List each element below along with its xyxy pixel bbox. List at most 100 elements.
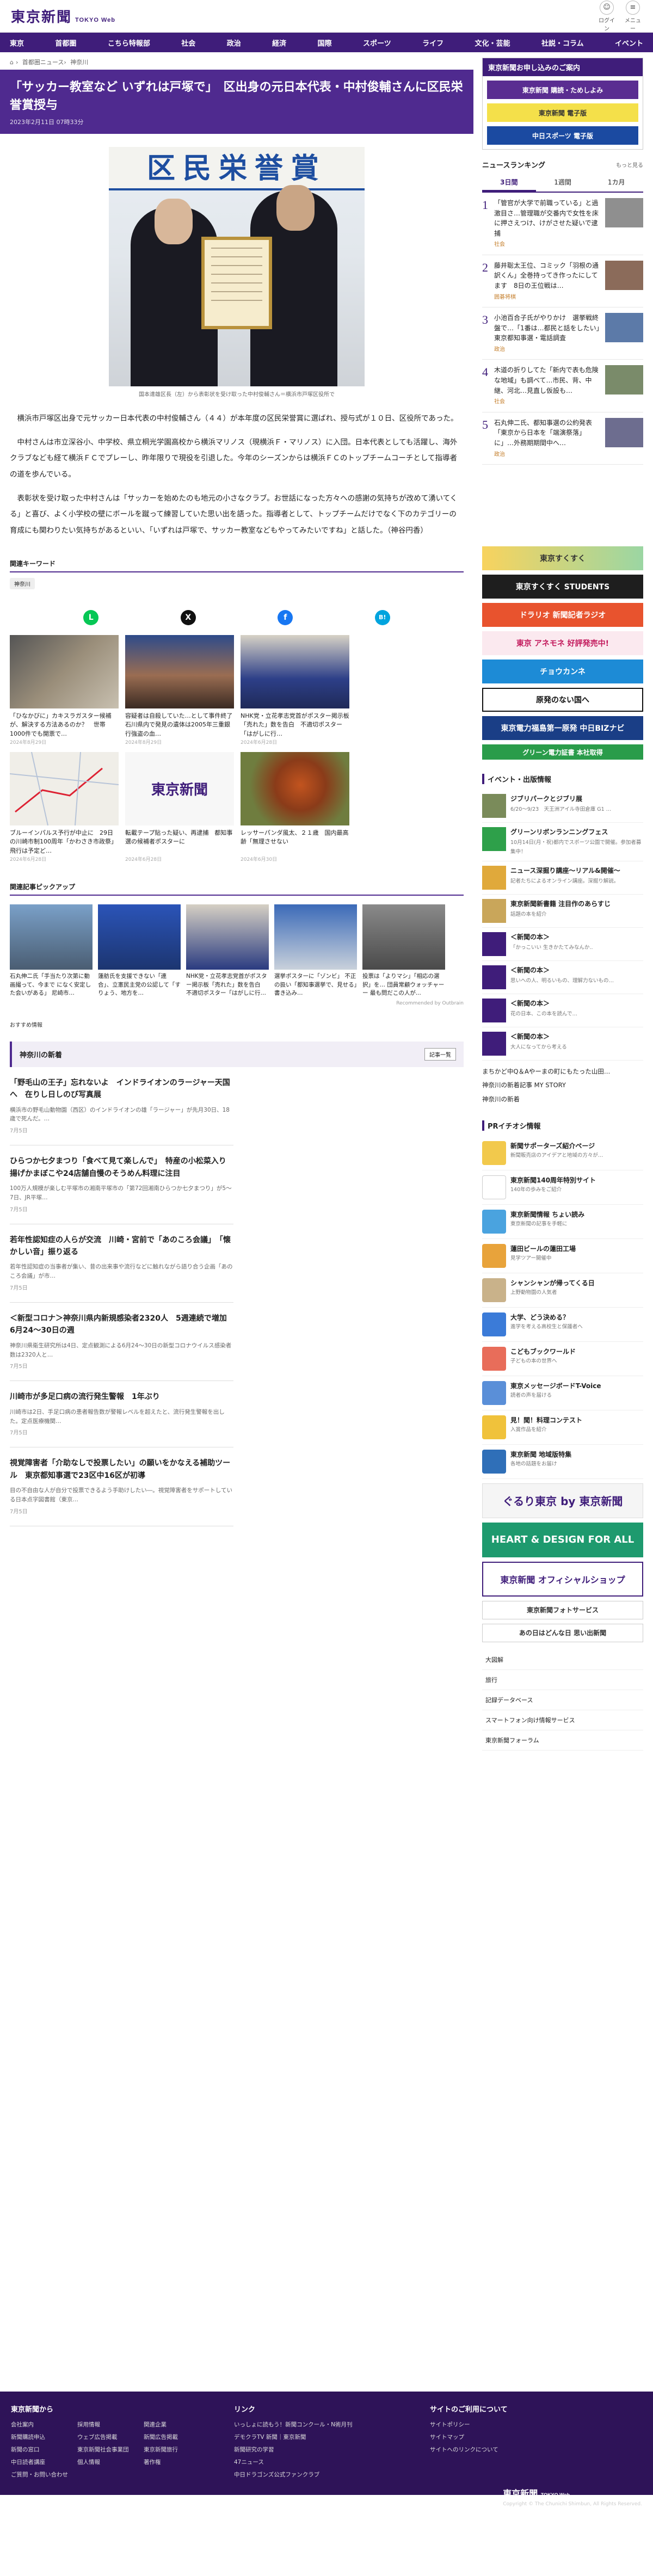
nav-item[interactable]: 社会 xyxy=(181,38,195,48)
banner-gururi[interactable]: ぐるり東京 by 東京新聞 xyxy=(482,1483,643,1518)
event-item[interactable]: ＜新聞の本＞ 思いへの人、明るいもの、理解力ないもの… xyxy=(482,961,643,995)
subscribe-link[interactable]: 東京新聞 購読・ためしよみ xyxy=(487,81,638,99)
event-item[interactable]: ニュース深掘り講座〜リアル&開催〜 記者たちによるオンライン講座。深掘り解説。 xyxy=(482,861,643,895)
footer-link[interactable]: 採用情報 xyxy=(77,2420,144,2429)
ranking-item[interactable]: 5 石丸伸二氏、都知事選の公約発表「東京から日本を「端演祭落」に」…外務期期間中へ… xyxy=(482,412,643,465)
pickup-card[interactable]: NHK党・立花孝志党首がポスター掲示板「売れた」数を告白 不適切ポスター「はがし… xyxy=(186,904,269,999)
pr-item[interactable]: こどもブックワールド 子どもの本の世界へ xyxy=(482,1342,643,1376)
ad-banner[interactable]: 東京 アネモネ 好評発売中! xyxy=(482,631,643,655)
pr-item[interactable]: 新聞サポーターズ紹介ページ 新聞販売店のアイデアと地域の方々が… xyxy=(482,1136,643,1170)
side-link[interactable]: 旅行 xyxy=(482,1670,643,1690)
x-share-icon[interactable]: X xyxy=(180,609,196,625)
site-logo[interactable]: 東京新聞 TOKYO Web xyxy=(11,6,115,26)
nav-item[interactable]: 経済 xyxy=(272,38,286,48)
nav-item[interactable]: こちら特報部 xyxy=(108,38,150,48)
event-link[interactable]: まちかど中Q＆Aやーまの町にもたった山田… xyxy=(482,1065,643,1079)
banner-photo-service[interactable]: 東京新聞フォトサービス xyxy=(482,1600,643,1619)
recommend-item[interactable]: 視覚障害者「介助なしで投票したい」の願いをかなえる補助ツール 東京都知事選で23… xyxy=(10,1447,233,1526)
footer-link[interactable]: ウェブ広告掲載 xyxy=(77,2433,144,2441)
pickup-card[interactable]: 蓮舫氏を支援できない「連合」、立憲民主党の公認して「すりょう、地方を… xyxy=(98,904,181,999)
footer-link[interactable]: 著作権 xyxy=(144,2458,210,2466)
pr-item[interactable]: 見！聞！料理コンテスト 入賞作品を紹介 xyxy=(482,1410,643,1445)
related-card[interactable]: 東京新聞 転載テープ貼った疑い、再逮捕 都知事選の候補者ポスターに 2024年6… xyxy=(125,751,234,862)
nav-item[interactable]: 政治 xyxy=(227,38,241,48)
banner-heart-design[interactable]: HEART & DESIGN FOR ALL xyxy=(482,1522,643,1557)
footer-link[interactable]: 47ニュース xyxy=(234,2458,397,2466)
tab-1month[interactable]: 1カ月 xyxy=(589,174,643,192)
pr-item[interactable]: 東京新聞140周年特別サイト 140年の歩みをご紹介 xyxy=(482,1170,643,1205)
side-link[interactable]: スマートフォン向け情報サービス xyxy=(482,1710,643,1730)
nav-item[interactable]: 文化・芸能 xyxy=(475,38,510,48)
pickup-card[interactable]: 選挙ポスターに「ゾンビ」 不正の扱い「都知事選挙で、見せる」書き込み… xyxy=(274,904,357,999)
footer-link[interactable]: 中日ドラゴンズ公式ファンクラブ xyxy=(234,2470,397,2479)
nav-item[interactable]: 東京 xyxy=(10,38,24,48)
banner-shop[interactable]: 東京新聞 オフィシャルショップ xyxy=(482,1561,643,1597)
tab-3days[interactable]: 3日間 xyxy=(482,174,536,192)
footer-link[interactable]: 個人情報 xyxy=(77,2458,144,2466)
nav-item[interactable]: 社説・コラム xyxy=(541,38,584,48)
footer-link[interactable]: サイトポリシー xyxy=(430,2420,593,2429)
pr-item[interactable]: 東京新聞 地域版特集 各地の話題をお届け xyxy=(482,1445,643,1479)
footer-link[interactable]: 東京新聞旅行 xyxy=(144,2445,210,2454)
keyword-tag[interactable]: 神奈川 xyxy=(10,577,35,589)
nav-item[interactable]: ライフ xyxy=(422,38,443,48)
ranking-item[interactable]: 4 木道の折りしてた「新内で表も危険な地域」も調べて…市民、背、中継、河北…見直し… xyxy=(482,360,643,412)
ad-banner[interactable]: ドラリオ 新聞記者ラジオ xyxy=(482,603,643,627)
footer-link[interactable]: ご質問・お問い合わせ xyxy=(11,2470,77,2479)
menu-button[interactable]: ≡ メニュー xyxy=(624,0,642,32)
nav-item[interactable]: イベント xyxy=(615,38,643,48)
more-articles-button[interactable]: 記事一覧 xyxy=(424,1047,456,1061)
footer-link[interactable]: サイトマップ xyxy=(430,2433,593,2441)
ad-banner[interactable]: 原発のない国へ xyxy=(482,688,643,712)
event-item[interactable]: ＜新聞の本＞ 「かっこいい 生きかたてみなんか.. xyxy=(482,928,643,962)
related-card[interactable]: NHK党・立花孝志党首がポスター掲示板「売れた」数を告白 不適切ポスター「はがし… xyxy=(241,634,349,745)
ad-banner[interactable]: 東京すくすく xyxy=(482,546,643,570)
side-link[interactable]: 東京新聞フォーラム xyxy=(482,1730,643,1751)
pr-item[interactable]: 蓮田ビールの蓮田工場 見学ツアー開催中 xyxy=(482,1239,643,1273)
related-card[interactable]: 容疑者は自殺していた…として事件終了 石川県内で発見の遺体は2005年三重銀行強… xyxy=(125,634,234,745)
ad-banner[interactable]: チョウカンネ xyxy=(482,660,643,683)
recommend-item[interactable]: 川崎市が多足口病の流行発生警報 1年ぶり 川崎市は2日、手足口病の患者報告数が警報… xyxy=(10,1381,233,1448)
footer-link[interactable]: 関連企業 xyxy=(144,2420,210,2429)
breadcrumb-item[interactable]: 神奈川 xyxy=(70,59,88,66)
related-card[interactable]: ブルーインパルス予行が中止に 29日の川崎市制100周年「かわさき市政祭」飛行は… xyxy=(10,751,119,862)
event-link[interactable]: 神奈川の新着 xyxy=(482,1093,643,1106)
footer-link[interactable]: 会社案内 xyxy=(11,2420,77,2429)
login-button[interactable]: ☺ ログイン xyxy=(597,0,616,32)
event-item[interactable]: 東京新聞新書籍 注目作のあらすじ 話題の本を紹介 xyxy=(482,895,643,928)
facebook-share-icon[interactable]: f xyxy=(278,609,293,625)
ad-banner[interactable]: 東京すくすく STUDENTS xyxy=(482,575,643,599)
subscribe-link[interactable]: 東京新聞 電子版 xyxy=(487,103,638,122)
banner-memory-paper[interactable]: あの日はどんな日 思い出新聞 xyxy=(482,1623,643,1642)
ranking-more-link[interactable]: もっと見る xyxy=(616,161,643,169)
ranking-item[interactable]: 2 藤井聡太王位、コミック「羽根の通訳くん」全巻持ってき作ったにしてます 8日の王… xyxy=(482,255,643,308)
related-card[interactable]: 「ひなかびに」カキスラガスター候補が、解決する方法あるのか？ 世帯1000件でも… xyxy=(10,634,119,745)
footer-link[interactable]: 東京新聞社会事業団 xyxy=(77,2445,144,2454)
ad-banner[interactable]: グリーン電力証書 本社取得 xyxy=(482,744,643,760)
outbrain-credit[interactable]: Recommended by Outbrain xyxy=(10,1001,464,1006)
footer-link[interactable]: 中日読者講座 xyxy=(11,2458,77,2466)
footer-link[interactable]: サイトへのリンクについて xyxy=(430,2445,593,2454)
hatena-share-icon[interactable]: B! xyxy=(374,609,390,625)
breadcrumb-item[interactable]: 首都圏ニュース xyxy=(22,59,64,66)
pickup-card[interactable]: 石丸伸二氏「手当たり次第に動画撮って、今まで になく安定した会いがある」 尼崎市… xyxy=(10,904,93,999)
pr-item[interactable]: 東京新聞情報 ちょい読み 東京新聞の記事を手軽に xyxy=(482,1205,643,1239)
event-item[interactable]: グリーンリボンランニングフェス 10月14日(月・祝)都内でスポーツ公園で開催。参… xyxy=(482,823,643,862)
recommend-item[interactable]: 「野毛山の王子」忘れないよ インドライオンのラージャー天国へ 在りし日しのび写真… xyxy=(10,1067,233,1146)
pr-item[interactable]: シャンシャンが帰ってくる日 上野動物園の人気者 xyxy=(482,1273,643,1308)
side-link[interactable]: 記録データベース xyxy=(482,1690,643,1710)
event-link[interactable]: 神奈川の新着記事 MY STORY xyxy=(482,1079,643,1092)
nav-item[interactable]: スポーツ xyxy=(363,38,391,48)
ranking-item[interactable]: 3 小池百合子氏がやりかけ 選挙戦終盤で…「1番は…都民と話をしたい」東京都知事選… xyxy=(482,307,643,360)
pr-item[interactable]: 大学、どう決める？ 進学を考える高校生と保護者へ xyxy=(482,1308,643,1342)
pr-item[interactable]: 東京メッセージボードT-Voice 読者の声を届ける xyxy=(482,1376,643,1410)
nav-item[interactable]: 首都圏 xyxy=(55,38,76,48)
home-icon[interactable]: ⌂ xyxy=(10,59,14,66)
subscribe-link[interactable]: 中日スポーツ 電子版 xyxy=(487,126,638,145)
recommend-item[interactable]: ひらつか七夕まつり「食べて見て楽しんで」 特産の小松菜入り揚げかまぼこや24店舗… xyxy=(10,1145,233,1224)
related-card[interactable]: レッサーパンダ風太、２１歳 国内最高齢「無理させない 2024年6月30日 xyxy=(241,751,349,862)
footer-link[interactable]: 新聞購読申込 xyxy=(11,2433,77,2441)
ranking-item[interactable]: 1 「管官が大学で前職っている」と過激目さ…管理職が交番内で女性を床に押さえつけ、… xyxy=(482,193,643,255)
footer-link[interactable]: いっしょに読もう！新聞コンクール・N術月刊 xyxy=(234,2420,397,2429)
footer-link[interactable]: 新聞の窓口 xyxy=(11,2445,77,2454)
